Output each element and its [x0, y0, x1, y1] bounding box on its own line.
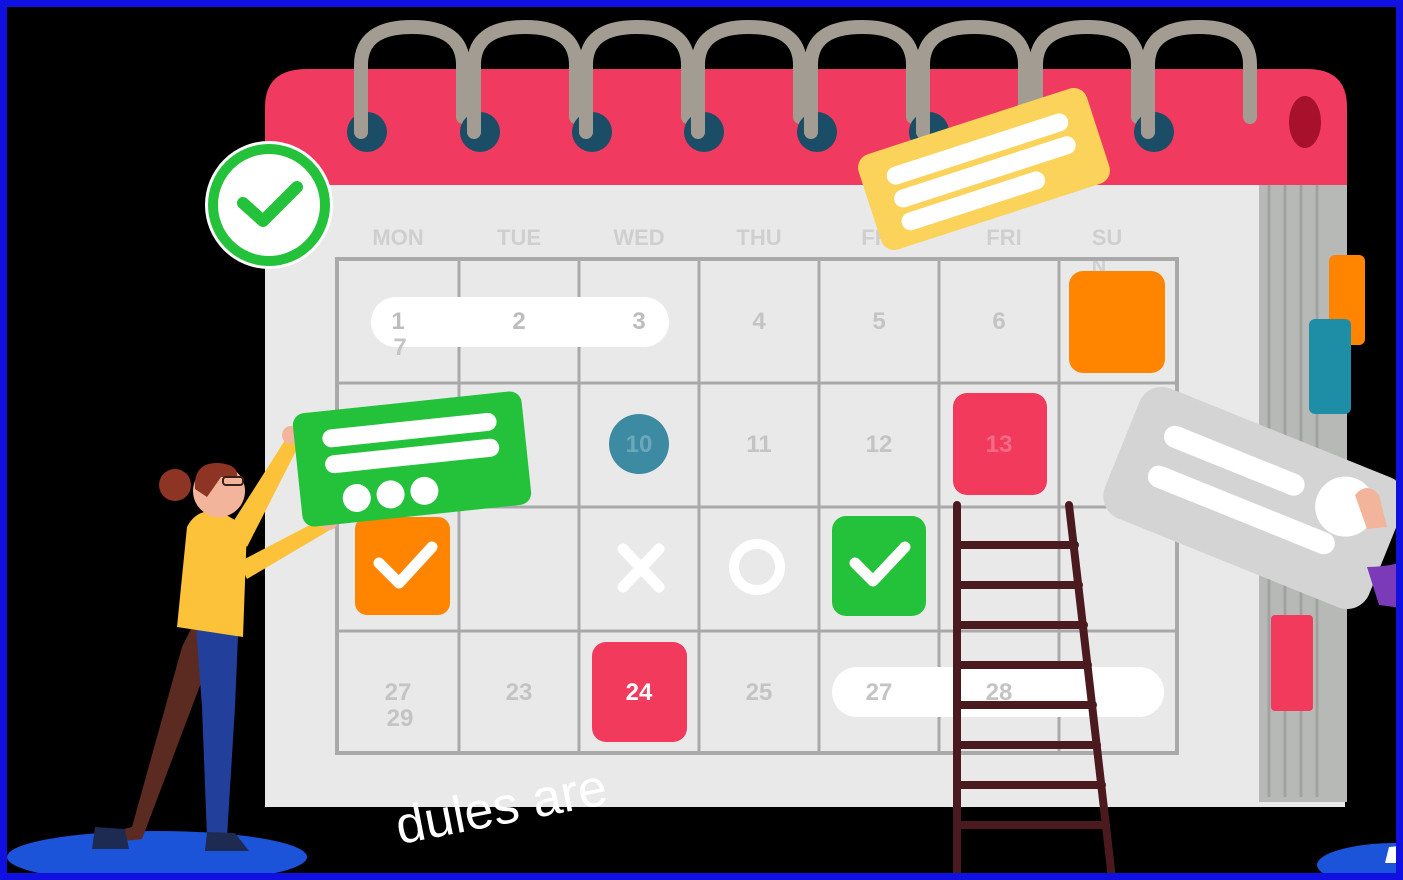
weekday-label: TUE [497, 225, 541, 250]
day-number: 24 [626, 679, 653, 706]
day-number: 10 [626, 431, 653, 458]
page-tab-teal [1309, 319, 1351, 414]
day-number: 27 [385, 679, 412, 706]
day-number: 3 [632, 308, 645, 335]
day-number: 25 [746, 679, 773, 706]
weekday-label: FRI [986, 225, 1021, 250]
day-number: 11 [746, 431, 771, 458]
page-tab-pink [1271, 615, 1313, 711]
weekday-label: SU [1092, 225, 1123, 250]
day-number: 2 [512, 308, 525, 335]
day-number-secondary: 7 [393, 334, 406, 361]
day-number: 23 [506, 679, 533, 706]
calendar-illustration: MONTUEWEDTHUFRIFRISU N 17234569101112132… [7, 19, 1396, 873]
day-number: 4 [752, 308, 766, 335]
checkmark-icon [832, 516, 926, 616]
weekday-label: MON [372, 225, 423, 250]
green-note-card [292, 391, 532, 527]
day-number: 27 [866, 679, 893, 706]
weekday-label: WED [613, 225, 664, 250]
highlight-orange-sunday [1069, 271, 1165, 373]
day-number: 13 [986, 431, 1013, 458]
check-circle-icon [205, 141, 333, 269]
checkmark-icon [355, 517, 450, 615]
day-number: 12 [866, 431, 893, 458]
day-number: 1 [391, 308, 404, 335]
weekday-label: THU [736, 225, 781, 250]
ground-shadow-left [7, 831, 307, 873]
illustration-frame: MONTUEWEDTHUFRIFRISU N 17234569101112132… [0, 0, 1403, 880]
binding-hole [1289, 96, 1321, 148]
day-number: 6 [992, 308, 1005, 335]
day-number: 5 [872, 308, 885, 335]
day-number-secondary: 29 [387, 705, 414, 732]
